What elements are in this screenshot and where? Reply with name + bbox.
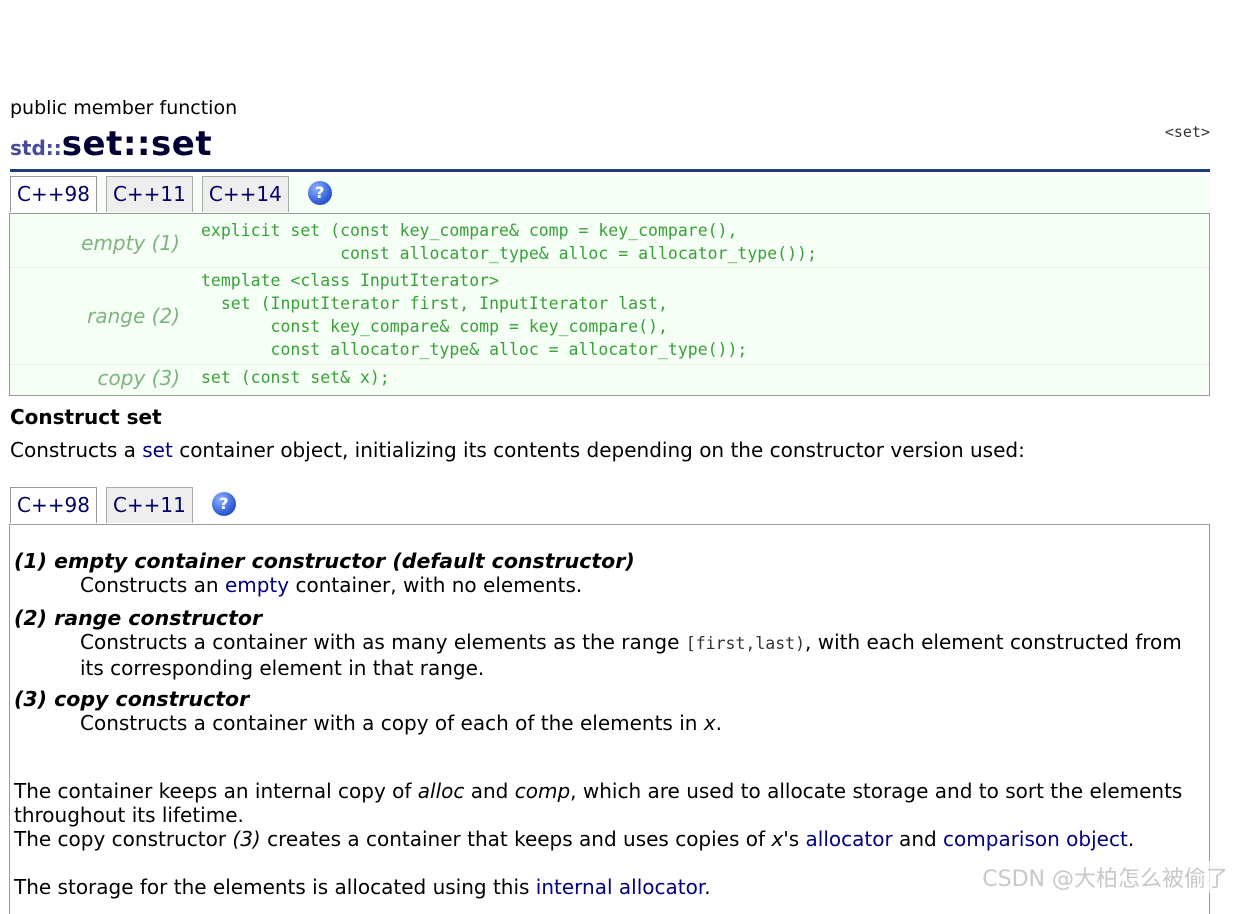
help-icon[interactable]: ? <box>211 492 236 516</box>
watermark: CSDN @大柏怎么被偷了 <box>980 861 1230 893</box>
prototype-code: explicit set (const key_compare& comp = … <box>201 221 817 263</box>
paragraph-copy-constructor: The copy constructor (3) creates a conta… <box>14 827 1204 851</box>
text: The storage for the elements is allocate… <box>14 875 536 899</box>
text: Constructs a <box>10 438 143 462</box>
term-empty-constructor: (1) empty container constructor (default… <box>14 549 635 573</box>
var-comp: comp <box>514 779 571 803</box>
section-heading: Construct set <box>10 405 162 429</box>
description-box: (1) empty container constructor (default… <box>9 524 1210 914</box>
prototype-row-copy: copy (3) set (const set& x); <box>10 364 1209 395</box>
var-alloc: alloc <box>417 779 465 803</box>
prototype-row-empty: empty (1) explicit set (const key_compar… <box>10 214 1209 268</box>
header-ref-link[interactable]: <set> <box>1165 123 1210 141</box>
text: container object, initializing its conte… <box>172 438 1025 462</box>
help-icon[interactable]: ? <box>307 181 332 205</box>
text: Constructs an <box>80 573 225 597</box>
term-range-constructor: (2) range constructor <box>14 606 263 630</box>
prototype-code: set (const set& x); <box>201 368 390 387</box>
text: 's <box>783 827 806 851</box>
set-link[interactable]: set <box>142 438 173 462</box>
title-divider <box>10 169 1210 172</box>
var-x: x <box>771 827 784 851</box>
prototype-tabs: C++98 C++11 C++14 ? <box>10 176 332 214</box>
text: container, with no elements. <box>289 573 583 597</box>
internal-allocator-link[interactable]: internal allocator <box>536 875 704 899</box>
text: Constructs a container with a copy of ea… <box>80 711 704 735</box>
var-x: x <box>703 711 716 735</box>
empty-link[interactable]: empty <box>225 573 289 597</box>
text: Constructs a container with as many elem… <box>80 630 686 654</box>
range-code: [first,last) <box>685 634 806 653</box>
definition-empty: Constructs an empty container, with no e… <box>80 573 1210 598</box>
definition-copy: Constructs a container with a copy of ea… <box>80 711 1210 736</box>
prototype-label: range (2) <box>87 304 180 328</box>
member-kind-label: public member function <box>10 97 238 119</box>
prototype-code: template <class InputIterator> set (Inpu… <box>201 271 748 359</box>
prototype-box: empty (1) explicit set (const key_compar… <box>9 213 1210 396</box>
ref-3: (3) <box>232 827 261 851</box>
title-namespace: std:: <box>10 136 62 160</box>
text: . <box>704 875 711 899</box>
term-copy-constructor: (3) copy constructor <box>14 687 250 711</box>
text: . <box>1127 827 1135 851</box>
prototype-label: empty (1) <box>81 231 180 255</box>
title-name: set::set <box>61 124 213 164</box>
text: The copy constructor <box>14 827 233 851</box>
prototype-row-range: range (2) template <class InputIterator>… <box>10 267 1209 365</box>
text: and <box>892 827 944 851</box>
allocator-link[interactable]: allocator <box>806 827 893 851</box>
tab-cpp11[interactable]: C++11 <box>105 176 193 212</box>
description-tabs: C++98 C++11 ? <box>10 487 236 525</box>
definition-range: Constructs a container with as many elem… <box>80 630 1210 681</box>
text: The container keeps an internal copy of <box>14 779 418 803</box>
text: . <box>715 711 722 735</box>
tab-cpp11[interactable]: C++11 <box>105 487 193 523</box>
tab-cpp98[interactable]: C++98 <box>10 176 97 212</box>
tab-cpp98[interactable]: C++98 <box>10 487 97 523</box>
text: and <box>464 779 515 803</box>
text: creates a container that keeps and uses … <box>260 827 772 851</box>
paragraph-internal-copy: The container keeps an internal copy of … <box>14 779 1204 827</box>
tab-cpp14[interactable]: C++14 <box>201 176 289 212</box>
page-title: std::set::set <box>10 124 212 164</box>
section-description: Constructs a set container object, initi… <box>10 438 1025 462</box>
comparison-object-link[interactable]: comparison object <box>943 827 1128 851</box>
prototype-label: copy (3) <box>97 366 180 390</box>
